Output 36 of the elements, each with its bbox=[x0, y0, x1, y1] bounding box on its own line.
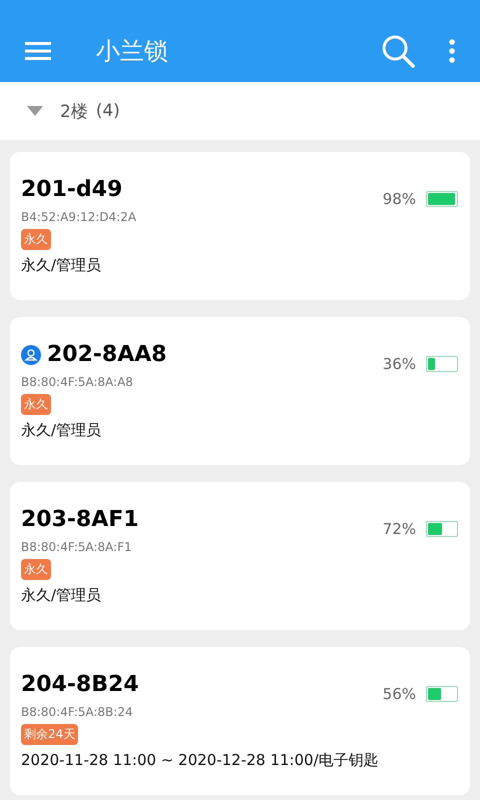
battery-icon bbox=[426, 686, 458, 702]
group-label: 2楼 bbox=[60, 100, 88, 122]
validity-tag: 永久 bbox=[21, 394, 51, 415]
group-header[interactable]: 2楼 (4) bbox=[0, 82, 480, 140]
battery-percent: 98% bbox=[382, 190, 416, 208]
lock-name: 204-8B24 bbox=[21, 671, 139, 699]
mac-address: B8:80:4F:5A:8A:A8 bbox=[21, 375, 134, 389]
more-icon bbox=[449, 39, 455, 63]
access-detail: 永久/管理员 bbox=[21, 586, 102, 605]
validity-tag: 剩余24天 bbox=[21, 724, 78, 745]
access-detail: 永久/管理员 bbox=[21, 256, 102, 275]
group-count: (4) bbox=[96, 101, 120, 121]
lock-name: 201-d49 bbox=[21, 176, 122, 204]
access-detail: 永久/管理员 bbox=[21, 421, 102, 440]
lock-card[interactable]: 204-8B24 B8:80:4F:5A:8B:24 剩余24天 2020-11-28 11:00 ~ 2020-12-28 11:00/电子钥匙 56% bbox=[10, 647, 470, 795]
lock-card[interactable]: 201-d49 B4:52:A9:12:D4:2A 永久 永久/管理员 98% bbox=[10, 152, 470, 300]
search-icon bbox=[381, 34, 415, 68]
validity-tag: 永久 bbox=[21, 229, 51, 250]
lock-name: 202-8AA8 bbox=[47, 341, 167, 369]
lock-card[interactable]: 202-8AA8 B8:80:4F:5A:8A:A8 永久 永久/管理员 36% bbox=[10, 317, 470, 465]
menu-icon bbox=[25, 41, 51, 61]
access-detail: 2020-11-28 11:00 ~ 2020-12-28 11:00/电子钥匙 bbox=[21, 751, 378, 770]
app-title: 小兰锁 bbox=[96, 36, 169, 67]
lock-card[interactable]: 203-8AF1 B8:80:4F:5A:8A:F1 永久 永久/管理员 72% bbox=[10, 482, 470, 630]
battery-percent: 56% bbox=[382, 685, 416, 703]
mac-address: B8:80:4F:5A:8B:24 bbox=[21, 705, 133, 719]
battery-icon bbox=[426, 521, 458, 537]
battery-icon bbox=[426, 191, 458, 207]
battery-percent: 36% bbox=[382, 355, 416, 373]
battery-percent: 72% bbox=[382, 520, 416, 538]
validity-tag: 永久 bbox=[21, 559, 51, 580]
mac-address: B8:80:4F:5A:8A:F1 bbox=[21, 540, 132, 554]
lock-name: 203-8AF1 bbox=[21, 506, 139, 534]
search-button[interactable] bbox=[380, 33, 416, 69]
mac-address: B4:52:A9:12:D4:2A bbox=[21, 210, 136, 224]
battery-icon bbox=[426, 356, 458, 372]
